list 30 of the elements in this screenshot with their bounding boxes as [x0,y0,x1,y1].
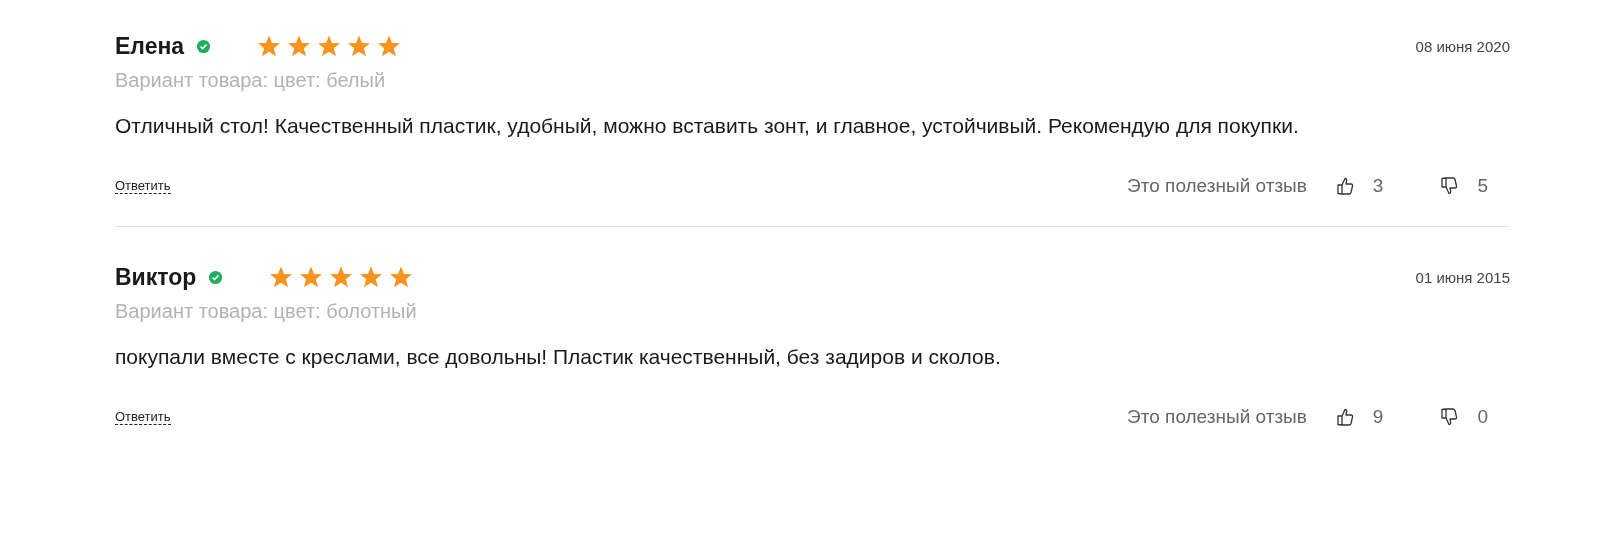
thumbs-down-icon[interactable] [1439,176,1460,196]
thumbs-up-icon[interactable] [1334,176,1355,196]
dislike-count: 0 [1477,406,1488,428]
star-icon [389,265,414,289]
review-date: 08 июня 2020 [1415,37,1510,55]
like-count: 9 [1372,406,1384,428]
author-name: Елена [115,32,185,60]
star-icon [329,265,354,289]
star-icon [299,265,324,289]
star-icon [347,34,372,58]
thumbs-down-icon[interactable] [1439,407,1460,427]
like-count: 3 [1372,175,1384,197]
reply-link[interactable]: Ответить [115,178,171,194]
star-icon [317,34,342,58]
star-icon [377,34,402,58]
review-text: Отличный стол! Качественный пластик, удобный, можно вставить зонт, и главное, устойчивый. Рекомендую для покупки. [115,113,1300,139]
reply-link[interactable]: Ответить [115,409,171,425]
product-variant: Вариант товара: цвет: белый [115,69,387,92]
helpful-label: Это полезный отзыв [1127,175,1307,197]
review-date: 01 июня 2015 [1415,268,1510,286]
star-icon [257,34,282,58]
review-text: покупали вместе с креслами, все довольны! Пластик качественный, без задиров и сколов. [115,344,1002,370]
dislike-count: 5 [1477,175,1488,197]
star-icon [287,34,312,58]
author-name: Виктор [115,263,197,291]
thumbs-up-icon[interactable] [1334,407,1355,427]
helpful-label: Это полезный отзыв [1127,406,1307,428]
star-icon [359,265,384,289]
star-icon [269,265,294,289]
product-variant: Вариант товара: цвет: болотный [115,300,418,323]
